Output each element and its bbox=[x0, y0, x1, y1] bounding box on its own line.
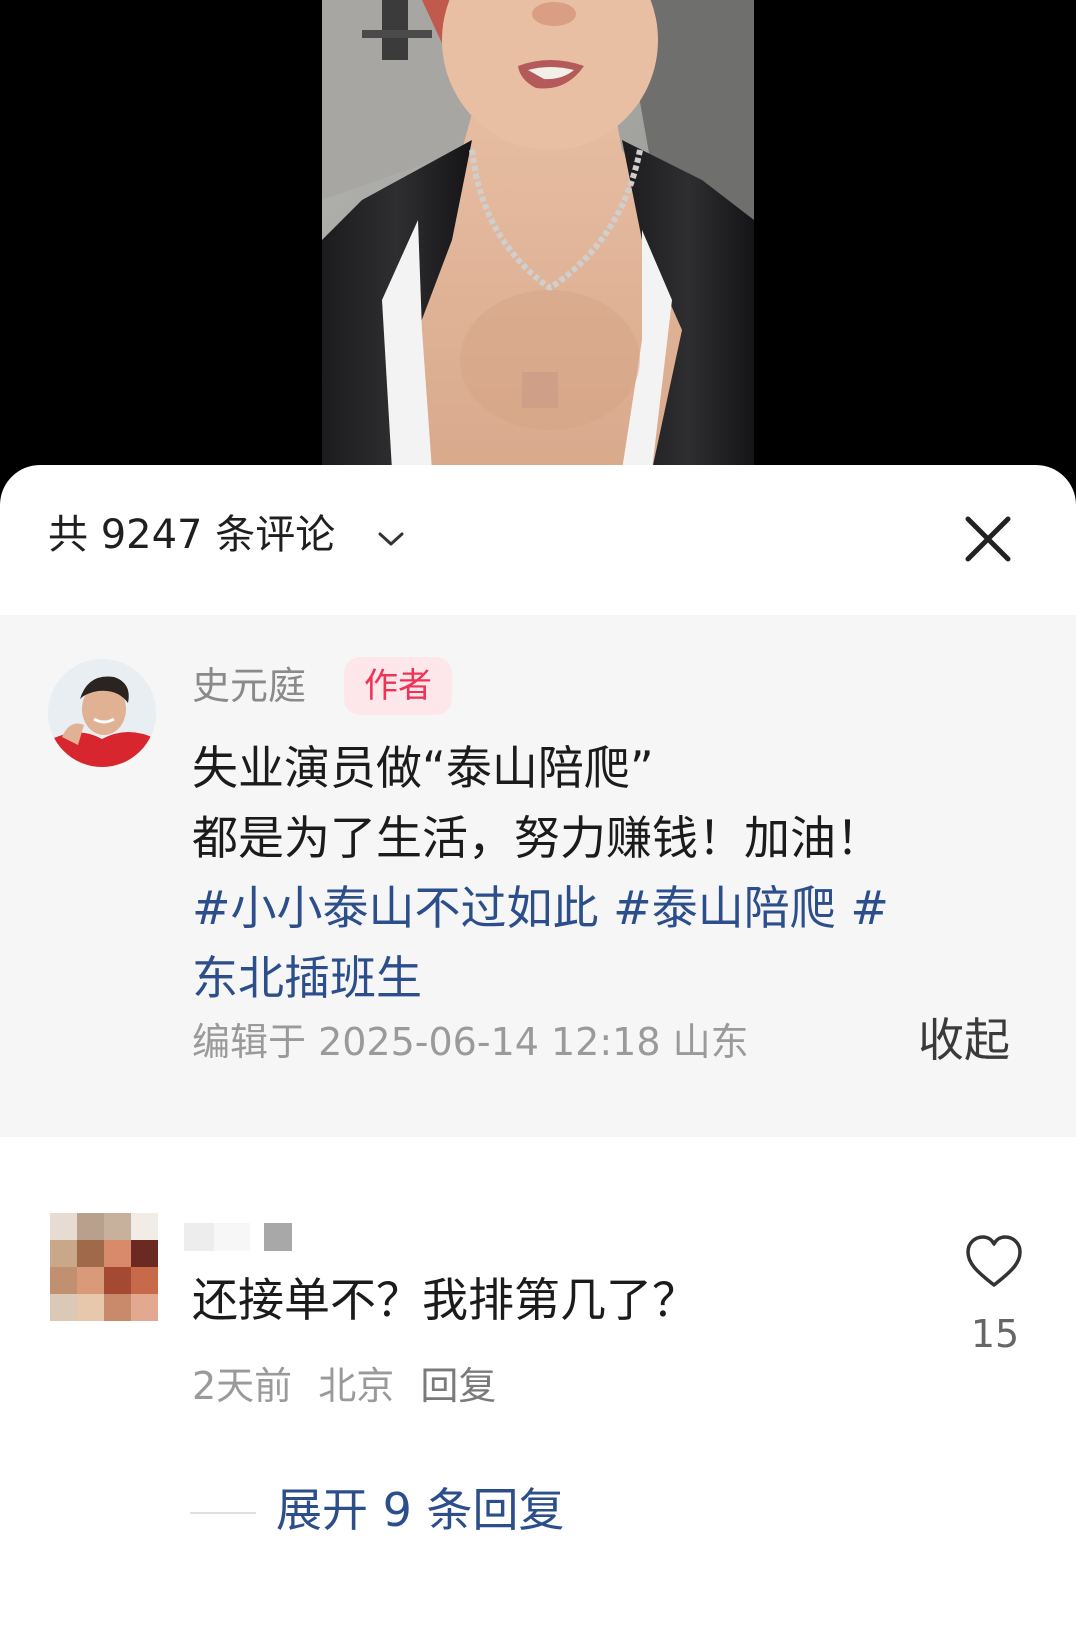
collapse-button[interactable]: 收起 bbox=[918, 1017, 1010, 1063]
avatar-pixel bbox=[104, 1213, 131, 1240]
comment-line: 都是为了生活，努力赚钱！加油！ bbox=[192, 811, 882, 865]
avatar-pixel bbox=[131, 1267, 158, 1294]
hashtag-link[interactable]: # bbox=[850, 881, 889, 935]
comment-count[interactable]: 共 9247 条评论 bbox=[48, 515, 335, 555]
avatar-pixel bbox=[131, 1213, 158, 1240]
author-badge: 作者 bbox=[344, 657, 452, 715]
avatar-pixel bbox=[77, 1240, 104, 1267]
author-name[interactable]: 史元庭 bbox=[192, 667, 306, 705]
comment-body: 失业演员做“泰山陪爬” 都是为了生活，努力赚钱！加油！ #小小泰山不过如此 #泰… bbox=[192, 733, 1032, 1013]
avatar-pixel bbox=[104, 1240, 131, 1267]
username-pixel bbox=[214, 1223, 250, 1251]
video-frame[interactable] bbox=[322, 0, 754, 470]
heart-outline-icon[interactable] bbox=[964, 1233, 1024, 1293]
avatar-pixel bbox=[77, 1213, 104, 1240]
username-blurred[interactable] bbox=[184, 1223, 294, 1251]
comment-location: 北京 bbox=[318, 1364, 395, 1408]
avatar-pixel bbox=[50, 1213, 77, 1240]
hashtag-line: #小小泰山不过如此 #泰山陪爬 # bbox=[192, 873, 1032, 943]
avatar-pixel bbox=[104, 1294, 131, 1321]
comment-time: 2天前 bbox=[192, 1364, 293, 1408]
avatar-pixel bbox=[131, 1294, 158, 1321]
screen: 共 9247 条评论 史元庭 作者 失业演员做“泰山陪爬” 都是为了生活，努力赚… bbox=[0, 0, 1076, 1637]
avatar-pixel bbox=[77, 1294, 104, 1321]
avatar-pixel bbox=[50, 1294, 77, 1321]
edit-timestamp: 编辑于 2025-06-14 12:18 山东 bbox=[192, 1020, 749, 1064]
avatar-pixel bbox=[104, 1267, 131, 1294]
avatar-pixel bbox=[131, 1240, 158, 1267]
chevron-down-icon[interactable] bbox=[376, 529, 406, 549]
username-pixel bbox=[184, 1223, 214, 1251]
avatar-pixel bbox=[77, 1267, 104, 1294]
avatar-image bbox=[48, 659, 156, 767]
close-icon[interactable] bbox=[960, 511, 1016, 567]
hashtag-link[interactable]: #小小泰山不过如此 bbox=[192, 881, 599, 935]
hashtag-line: 东北插班生 bbox=[192, 943, 1032, 1013]
video-image bbox=[322, 0, 754, 470]
expand-replies-button[interactable]: 展开 9 条回复 bbox=[276, 1487, 565, 1533]
avatar[interactable] bbox=[50, 1213, 158, 1321]
comment-line: 失业演员做“泰山陪爬” bbox=[192, 741, 654, 795]
avatar[interactable] bbox=[48, 659, 156, 767]
panel-header: 共 9247 条评论 bbox=[0, 465, 1076, 615]
comment-item: 还接单不？我排第几了？ 2天前 北京 回复 15 展开 9 条回复 bbox=[0, 1137, 1076, 1637]
username-pixel bbox=[264, 1223, 292, 1251]
avatar-pixel bbox=[50, 1240, 77, 1267]
like-count: 15 bbox=[970, 1312, 1020, 1356]
reply-button[interactable]: 回复 bbox=[420, 1364, 496, 1408]
comments-panel: 共 9247 条评论 史元庭 作者 失业演员做“泰山陪爬” 都是为了生活，努力赚… bbox=[0, 465, 1076, 1637]
comment-meta: 2天前 北京 回复 bbox=[192, 1367, 510, 1405]
comment-text: 还接单不？我排第几了？ bbox=[192, 1273, 698, 1327]
hashtag-link[interactable]: #泰山陪爬 bbox=[613, 881, 836, 935]
hashtag-link[interactable]: 东北插班生 bbox=[192, 951, 422, 1005]
author-comment: 史元庭 作者 失业演员做“泰山陪爬” 都是为了生活，努力赚钱！加油！ #小小泰山… bbox=[0, 615, 1076, 1137]
avatar-pixel bbox=[50, 1267, 77, 1294]
divider bbox=[190, 1512, 256, 1514]
